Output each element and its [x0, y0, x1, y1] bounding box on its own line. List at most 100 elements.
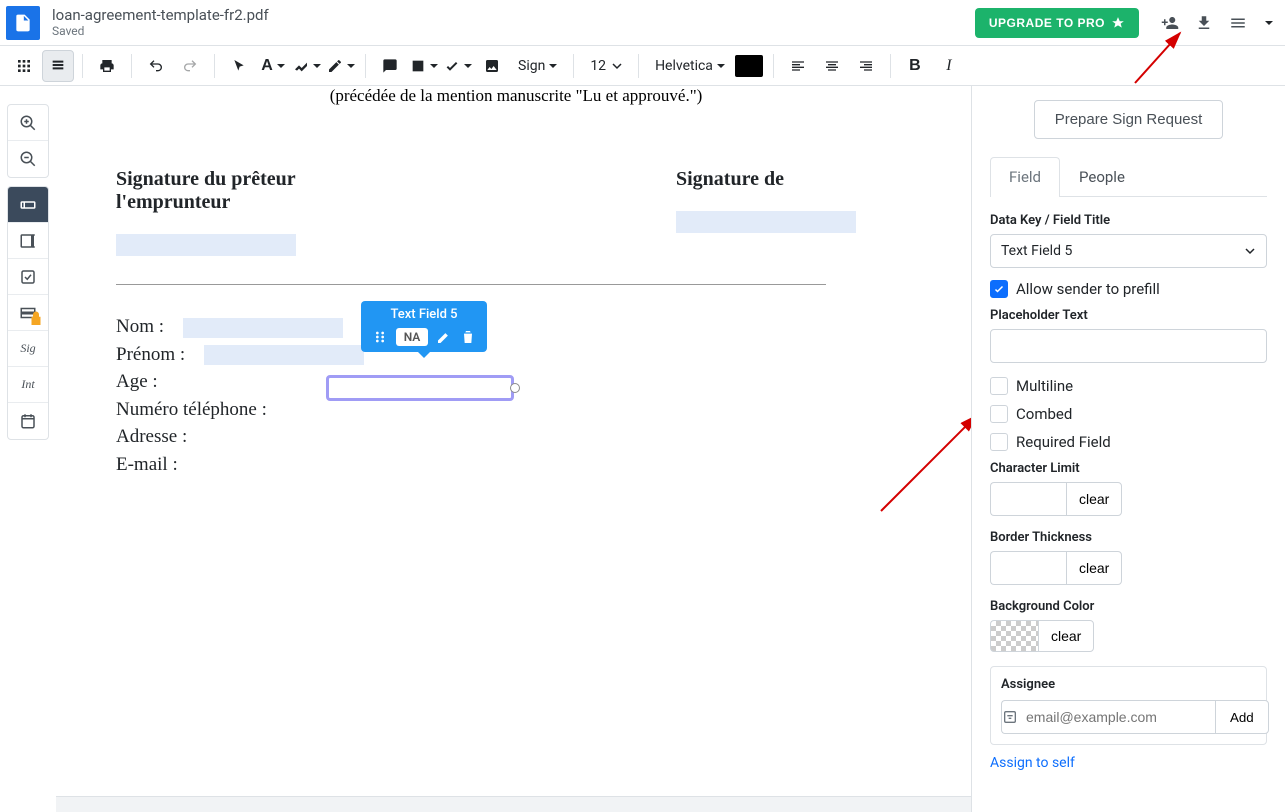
label-adresse: Adresse :	[116, 426, 187, 447]
select-tool[interactable]	[223, 50, 255, 82]
signature-field-tool[interactable]: Sig	[8, 331, 48, 367]
grid-view-button[interactable]	[8, 50, 40, 82]
text-field-tool[interactable]	[8, 187, 48, 223]
char-limit-clear[interactable]: clear	[1066, 482, 1122, 516]
document-viewport: (précédée de la mention manuscrite "Lu e…	[56, 86, 971, 812]
bg-clear[interactable]: clear	[1038, 620, 1094, 652]
assignee-label: Assignee	[1001, 677, 1256, 692]
draw-tool[interactable]	[325, 50, 357, 82]
date-field-tool[interactable]	[8, 403, 48, 439]
required-label: Required Field	[1016, 433, 1111, 451]
nom-field[interactable]	[183, 318, 343, 338]
divider	[116, 284, 826, 285]
checkbox-field-tool[interactable]	[8, 259, 48, 295]
label-email: E-mail :	[116, 454, 178, 475]
print-button[interactable]	[91, 50, 123, 82]
font-size-select[interactable]: 12	[582, 50, 630, 82]
text-tool[interactable]: A	[257, 50, 289, 82]
data-key-select[interactable]: Text Field 5	[990, 234, 1267, 268]
assignee-email-input[interactable]	[1018, 700, 1215, 734]
main-toolbar: A Sign 12 Helvetica B I	[0, 46, 1285, 86]
italic-button[interactable]: I	[933, 50, 965, 82]
bold-button[interactable]: B	[899, 50, 931, 82]
tab-field[interactable]: Field	[990, 157, 1060, 197]
tab-people[interactable]: People	[1060, 157, 1144, 196]
drag-icon[interactable]	[372, 329, 388, 345]
border-clear[interactable]: clear	[1066, 551, 1122, 585]
assignee-tag[interactable]: NA	[396, 328, 429, 346]
app-logo	[6, 6, 40, 40]
paragraph-field-tool[interactable]	[8, 223, 48, 259]
document-page[interactable]: (précédée de la mention manuscrite "Lu e…	[56, 86, 971, 806]
image-tool[interactable]	[476, 50, 508, 82]
highlight-tool[interactable]	[291, 50, 323, 82]
upgrade-button[interactable]: UPGRADE TO PRO	[975, 8, 1139, 38]
borrower-signature-label: Signature de	[676, 168, 916, 191]
zoom-in-button[interactable]	[8, 105, 48, 141]
borrower-word: l'emprunteur	[116, 191, 516, 214]
menu-icon[interactable]	[1227, 12, 1249, 34]
lender-signature-label: Signature du prêteur	[116, 168, 516, 191]
redo-button[interactable]	[174, 50, 206, 82]
placeholder-input[interactable]	[990, 329, 1267, 363]
save-status: Saved	[52, 24, 975, 38]
text-field-5-input[interactable]	[326, 375, 514, 401]
lock-icon	[27, 310, 45, 328]
document-scroll[interactable]: (précédée de la mention manuscrite "Lu e…	[56, 86, 971, 812]
comment-tool[interactable]	[374, 50, 406, 82]
delete-icon[interactable]	[460, 329, 476, 345]
combed-checkbox[interactable]	[990, 405, 1008, 423]
borrower-signature-field[interactable]	[676, 211, 856, 233]
label-prenom: Prénom :	[116, 344, 185, 365]
tooltip-title: Text Field 5	[390, 307, 457, 322]
download-icon[interactable]	[1193, 12, 1215, 34]
page-view-button[interactable]	[42, 50, 74, 82]
initials-field-tool[interactable]: Int	[8, 367, 48, 403]
zoom-out-button[interactable]	[8, 141, 48, 177]
document-title: loan-agreement-template-fr2.pdf	[52, 6, 975, 24]
lender-signature-field[interactable]	[116, 234, 296, 256]
bg-color-label: Background Color	[990, 599, 1267, 614]
add-user-icon[interactable]	[1159, 12, 1181, 34]
prepare-sign-button[interactable]: Prepare Sign Request	[1034, 100, 1224, 139]
align-left-button[interactable]	[782, 50, 814, 82]
undo-button[interactable]	[140, 50, 172, 82]
data-key-label: Data Key / Field Title	[990, 213, 1267, 228]
multiline-checkbox[interactable]	[990, 377, 1008, 395]
assignee-add-button[interactable]: Add	[1215, 700, 1269, 734]
label-age: Age :	[116, 371, 158, 392]
border-label: Border Thickness	[990, 530, 1267, 545]
left-toolbar: Sig Int	[0, 86, 56, 812]
dropdown-field-tool[interactable]	[8, 295, 48, 331]
assign-self-link[interactable]: Assign to self	[990, 755, 1075, 771]
allow-prefill-label: Allow sender to prefill	[1016, 280, 1160, 298]
font-family-select[interactable]: Helvetica	[647, 50, 733, 82]
text-color-swatch[interactable]	[735, 55, 763, 77]
edit-icon[interactable]	[436, 329, 452, 345]
allow-prefill-checkbox[interactable]	[990, 280, 1008, 298]
resize-handle[interactable]	[510, 383, 520, 393]
properties-panel: Prepare Sign Request Field People Data K…	[971, 86, 1285, 812]
horizontal-scrollbar[interactable]	[56, 796, 971, 812]
align-center-button[interactable]	[816, 50, 848, 82]
app-header: loan-agreement-template-fr2.pdf Saved UP…	[0, 0, 1285, 46]
field-tooltip: Text Field 5 NA	[361, 301, 487, 352]
page-text-fragment: (précédée de la mention manuscrite "Lu e…	[116, 86, 916, 106]
char-limit-label: Character Limit	[990, 461, 1267, 476]
required-checkbox[interactable]	[990, 433, 1008, 451]
chevron-down-icon	[1244, 245, 1256, 257]
multiline-label: Multiline	[1016, 377, 1073, 395]
placeholder-label: Placeholder Text	[990, 308, 1267, 323]
align-right-button[interactable]	[850, 50, 882, 82]
combed-label: Combed	[1016, 405, 1072, 423]
border-input[interactable]	[990, 551, 1066, 585]
menu-caret[interactable]	[1261, 12, 1273, 34]
assignee-icon	[1001, 700, 1018, 734]
shape-tool[interactable]	[408, 50, 440, 82]
prenom-field[interactable]	[204, 345, 364, 365]
bg-color-swatch[interactable]	[990, 620, 1038, 652]
sign-dropdown[interactable]: Sign	[510, 50, 565, 82]
check-tool[interactable]	[442, 50, 474, 82]
rocket-icon	[1111, 16, 1125, 30]
char-limit-input[interactable]	[990, 482, 1066, 516]
